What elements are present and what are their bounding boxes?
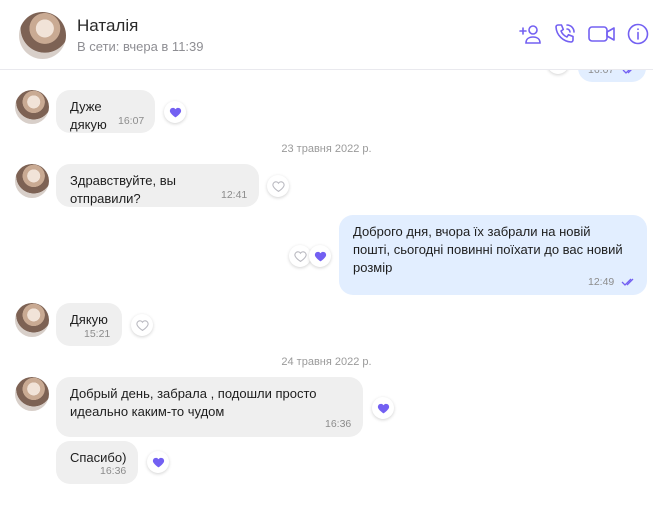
- chat-message-list[interactable]: 16:07 Дуже дякую 16:07 23 травня 2022 р.…: [0, 0, 653, 529]
- info-icon[interactable]: [626, 22, 650, 46]
- heart-filled-icon: [169, 107, 181, 117]
- reaction-button[interactable]: [372, 397, 394, 419]
- video-call-icon[interactable]: [587, 22, 617, 46]
- message-text: Дякую: [70, 312, 108, 327]
- message-text: Здравствуйте, вы отправили?: [70, 173, 177, 206]
- reaction-button[interactable]: [267, 175, 289, 197]
- contact-status: В сети: вчера в 11:39: [77, 39, 204, 54]
- heart-outline-icon: [271, 180, 285, 192]
- message-text: Дуже дякую: [70, 99, 107, 132]
- reaction-button[interactable]: [289, 245, 311, 267]
- reaction-button[interactable]: [147, 451, 169, 473]
- message-time: 16:36: [325, 418, 352, 430]
- date-separator: 23 травня 2022 р.: [281, 143, 372, 155]
- date-separator: 24 травня 2022 р.: [281, 356, 372, 368]
- message-time: 16:36: [100, 465, 127, 477]
- contact-avatar[interactable]: [15, 377, 49, 411]
- heart-outline-icon: [135, 319, 149, 331]
- contact-avatar[interactable]: [15, 90, 49, 124]
- message-bubble[interactable]: Спасибо): [56, 441, 138, 484]
- contact-name[interactable]: Наталія: [77, 16, 138, 36]
- message-text: Спасибо): [70, 450, 127, 465]
- contact-avatar[interactable]: [15, 303, 49, 337]
- add-contact-icon[interactable]: [519, 22, 543, 46]
- heart-filled-icon: [314, 251, 326, 261]
- message-time: 12:41: [221, 189, 248, 201]
- phone-icon[interactable]: [553, 22, 577, 46]
- message-bubble[interactable]: Добрый день, забрала , подошли просто ид…: [56, 377, 363, 437]
- reaction-button[interactable]: [131, 314, 153, 336]
- message-text-line: пошті, сьогодні повинні поїхати до вас н…: [353, 242, 623, 257]
- message-text-line: Доброго дня, вчора їх забрали на новій: [353, 224, 591, 239]
- message-time: 15:21: [84, 328, 111, 340]
- heart-filled-icon: [152, 457, 164, 467]
- heart-filled-icon: [377, 403, 389, 413]
- heart-outline-icon: [293, 250, 307, 262]
- reaction-count[interactable]: [309, 245, 331, 267]
- message-time: 12:49: [588, 276, 615, 288]
- message-time: 16:07: [118, 115, 145, 127]
- contact-avatar[interactable]: [19, 12, 66, 59]
- message-text-line: идеально каким-то чудом: [70, 404, 225, 419]
- read-check-icon: [621, 278, 634, 286]
- chat-header: Наталія В сети: вчера в 11:39: [0, 0, 653, 70]
- message-text-line: розмір: [353, 260, 393, 275]
- reaction-button[interactable]: [164, 101, 186, 123]
- contact-avatar[interactable]: [15, 164, 49, 198]
- message-text-line: Добрый день, забрала , подошли просто: [70, 386, 317, 401]
